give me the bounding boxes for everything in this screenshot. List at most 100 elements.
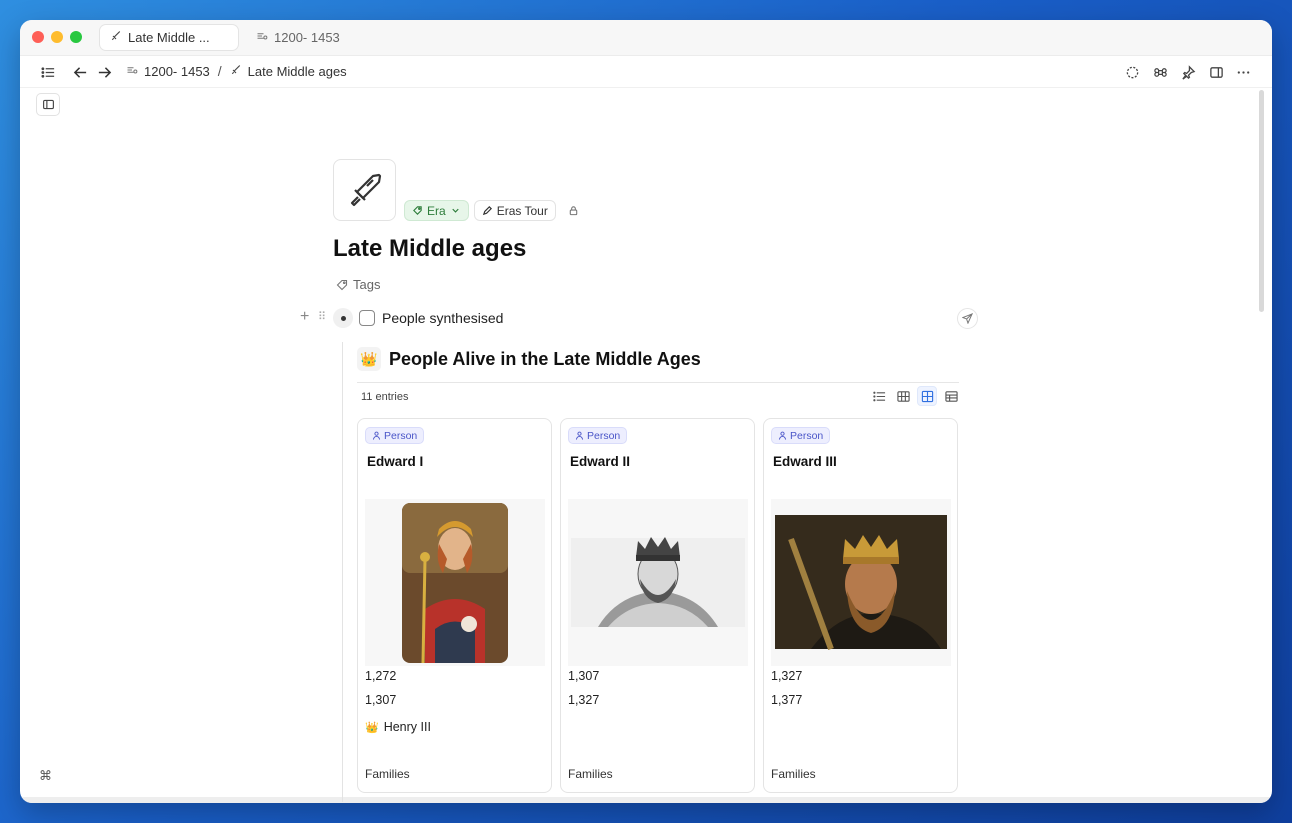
board-icon [896, 390, 910, 402]
badge-label: Person [384, 429, 418, 442]
relation-link[interactable]: 👑 Henry III [365, 720, 431, 734]
person-card-edward-i[interactable]: Person Edward I 1,272 1,307 👑 Henry III [357, 418, 552, 793]
families-label: Families [771, 767, 816, 781]
page-title[interactable]: Late Middle ages [333, 235, 526, 263]
card-title[interactable]: Edward I [367, 454, 423, 469]
families-label: Families [568, 767, 613, 781]
command-button[interactable] [1151, 63, 1169, 81]
born-year: 1,327 [771, 669, 803, 683]
ellipsis-icon [1237, 70, 1249, 74]
portrait-edward-i-image [402, 503, 508, 664]
forward-button[interactable] [95, 63, 113, 81]
close-window-button[interactable] [32, 31, 44, 43]
pencil-icon [482, 205, 492, 216]
outline-button[interactable] [39, 63, 57, 81]
person-card-edward-iii[interactable]: Person Edward III 1,327 1,377 Families [763, 418, 958, 793]
entries-count: 11 entries [361, 391, 409, 403]
database-divider [357, 382, 959, 383]
sidebar-toggle-button[interactable] [36, 93, 60, 116]
badge-label: Person [587, 429, 621, 442]
person-card-edward-ii[interactable]: Person Edward II 1,307 1,327 Families [560, 418, 755, 793]
families-label: Families [365, 767, 410, 781]
sidebar-right-icon [1209, 66, 1223, 78]
crown-icon[interactable]: 👑 [357, 347, 381, 371]
block-people-synthesised: + ⠿ People synthesised [300, 307, 978, 329]
dashed-circle-icon [1126, 66, 1138, 78]
pin-icon [1181, 64, 1195, 80]
sword-icon [350, 173, 381, 207]
minimize-window-button[interactable] [51, 31, 63, 43]
bullet-point[interactable] [333, 308, 353, 328]
chevron-down-icon [452, 208, 459, 213]
born-year: 1,272 [365, 669, 397, 683]
person-badge[interactable]: Person [771, 427, 831, 444]
page-icon-sword[interactable] [333, 159, 396, 221]
portrait-edward-iii-image [775, 515, 947, 651]
person-icon [372, 431, 381, 440]
list-view-button[interactable] [869, 386, 889, 406]
portrait-image [771, 499, 951, 666]
breadcrumb-current[interactable]: Late Middle ages [248, 64, 347, 79]
split-view-button[interactable] [1207, 63, 1225, 81]
portrait-image [568, 499, 748, 666]
indent-guide [342, 342, 343, 802]
toolbar: 1200- 1453 / Late Middle ages [20, 56, 1272, 88]
sidebar-left-icon [42, 99, 54, 110]
collection-icon [256, 30, 268, 45]
tab-1200-1453[interactable]: 1200- 1453 [246, 25, 350, 50]
died-year: 1,327 [568, 693, 600, 707]
arrow-right-icon [98, 66, 111, 78]
died-year: 1,377 [771, 693, 803, 707]
portrait-edward-ii-image [571, 537, 745, 627]
breadcrumb-separator: / [217, 63, 222, 79]
portrait-image [365, 499, 545, 666]
sync-button[interactable] [1123, 63, 1141, 81]
grid-view-button[interactable] [917, 386, 937, 406]
sword-icon [110, 30, 122, 45]
send-button[interactable] [957, 308, 978, 329]
back-button[interactable] [71, 63, 89, 81]
person-icon [778, 431, 787, 440]
keyboard-shortcut-icon[interactable]: ⌘ [39, 768, 52, 784]
more-button[interactable] [1234, 63, 1252, 81]
drag-handle-icon[interactable]: ⠿ [318, 310, 326, 323]
table-icon [944, 390, 958, 402]
born-year: 1,307 [568, 669, 600, 683]
bullet-dot-icon [340, 315, 346, 321]
badge-label: Person [790, 429, 824, 442]
card-title[interactable]: Edward III [773, 454, 837, 469]
grid-icon [921, 390, 933, 402]
board-view-button[interactable] [893, 386, 913, 406]
tab-label: 1200- 1453 [274, 30, 340, 45]
arrow-left-icon [73, 66, 86, 78]
crown-icon: 👑 [365, 721, 379, 734]
relation-label: Henry III [383, 720, 431, 734]
person-badge[interactable]: Person [568, 427, 628, 444]
card-title[interactable]: Edward II [570, 454, 630, 469]
list-icon [40, 66, 54, 78]
tab-label: Late Middle ... [128, 30, 210, 45]
bottom-edge [20, 797, 1272, 803]
breadcrumb: 1200- 1453 / Late Middle ages [126, 63, 347, 79]
lock-icon [570, 206, 578, 216]
maximize-window-button[interactable] [70, 31, 82, 43]
list-icon [872, 391, 885, 401]
add-block-icon[interactable]: + [300, 309, 309, 325]
era-type-label: Era [427, 203, 446, 218]
scrollbar[interactable] [1259, 90, 1264, 312]
tag-icon [413, 206, 422, 215]
died-year: 1,307 [365, 693, 397, 707]
table-view-button[interactable] [941, 386, 961, 406]
database-title[interactable]: People Alive in the Late Middle Ages [389, 349, 701, 370]
todo-checkbox[interactable] [359, 310, 375, 326]
person-badge[interactable]: Person [365, 427, 425, 444]
eras-tour-chip[interactable]: Eras Tour [473, 200, 556, 221]
block-text[interactable]: People synthesised [382, 310, 503, 326]
lock-button[interactable] [566, 203, 582, 219]
era-type-chip[interactable]: Era [404, 200, 469, 221]
pin-button[interactable] [1179, 63, 1197, 81]
tags-field[interactable]: Tags [336, 277, 380, 292]
tab-late-middle-ages[interactable]: Late Middle ... [100, 25, 238, 50]
command-icon [1153, 67, 1167, 77]
breadcrumb-parent[interactable]: 1200- 1453 [144, 64, 210, 79]
